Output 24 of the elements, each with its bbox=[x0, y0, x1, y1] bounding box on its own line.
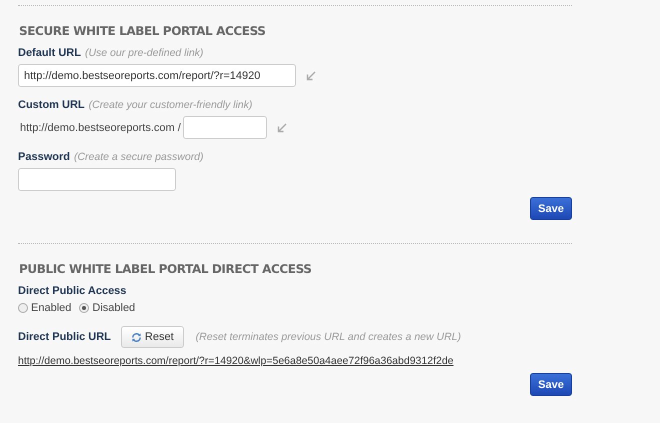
radio-option[interactable]: Disabled bbox=[79, 302, 136, 314]
arrow-icon[interactable] bbox=[276, 122, 287, 132]
input-field[interactable] bbox=[18, 168, 176, 191]
field-hint: (Create a secure password) bbox=[74, 151, 204, 163]
field-hint: (Reset terminates previous URL and creates a new URL) bbox=[196, 331, 461, 343]
input-field[interactable] bbox=[182, 116, 267, 139]
field-label: Direct Public Access bbox=[18, 285, 126, 297]
section-heading: PUBLIC WHITE LABEL PORTAL DIRECT ACCESS bbox=[19, 262, 313, 276]
input-field[interactable]: http://demo.bestseoreports.com/report/?r=14920 bbox=[18, 64, 296, 87]
reset-button[interactable]: Reset bbox=[120, 326, 184, 348]
field-label: Default URL bbox=[18, 47, 81, 59]
radio-option[interactable]: Enabled bbox=[18, 302, 72, 314]
field-hint: (Use our pre-defined link) bbox=[84, 47, 204, 59]
refresh-icon bbox=[130, 332, 142, 342]
section-heading: SECURE WHITE LABEL PORTAL ACCESS bbox=[19, 24, 267, 38]
arrow-icon[interactable] bbox=[306, 70, 316, 80]
field-label: Custom URL bbox=[18, 99, 85, 111]
save-button[interactable]: Save bbox=[530, 373, 572, 396]
portal-link[interactable]: http://demo.bestseoreports.com/report/?r=14920&wlp=5e6a8e50a4aee72f96a36abd9312f2de bbox=[18, 355, 454, 367]
field-label: Password bbox=[18, 151, 70, 163]
save-button[interactable]: Save bbox=[530, 197, 572, 220]
url-prefix: http://demo.bestseoreports.com / bbox=[19, 122, 181, 134]
field-label: Direct Public URL bbox=[18, 331, 111, 343]
field-hint: (Create your customer-friendly link) bbox=[88, 99, 252, 111]
